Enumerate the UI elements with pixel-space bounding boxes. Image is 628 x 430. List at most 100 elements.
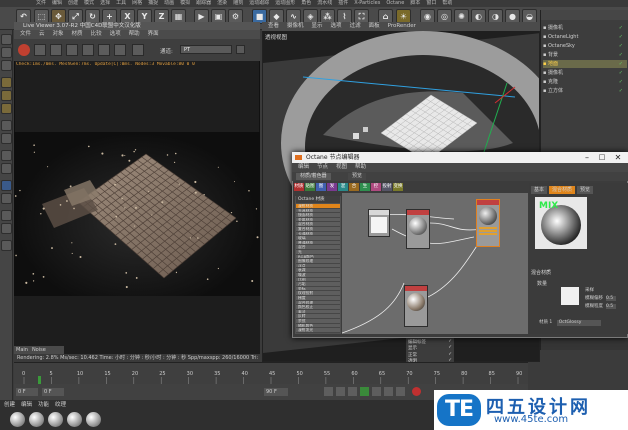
material-swatch[interactable]	[67, 412, 82, 427]
timeline[interactable]: 0 5 10 15 20 25 30 35 40 45 50 55 60 65 70 75 80 85 90	[14, 362, 528, 385]
node-editor-tab[interactable]: 材质/着色器	[296, 173, 331, 180]
texture-mode-icon[interactable]	[1, 47, 12, 58]
node-category-chip[interactable]: 投射	[382, 183, 392, 191]
param-value[interactable]: 0.5	[606, 296, 616, 301]
visibility-check-icon[interactable]: ✓	[619, 51, 623, 59]
visibility-check-icon[interactable]: ✓	[619, 60, 623, 68]
node-list-item[interactable]: 漫射发光	[296, 328, 340, 333]
top-menu-item[interactable]: 编辑	[52, 0, 62, 7]
magnet-icon[interactable]	[1, 163, 12, 174]
live-viewer-menu-item[interactable]: 比较	[91, 30, 102, 39]
node-image-texture[interactable]	[368, 209, 390, 237]
restart-render-icon[interactable]	[34, 44, 46, 56]
viewport-menu-item[interactable]: 显示	[312, 22, 323, 31]
node-editor-menu-item[interactable]: 编辑	[298, 163, 309, 172]
end-frame-field[interactable]: 90 F	[264, 388, 288, 396]
object-item[interactable]: ▪ 摄像机 ✓	[543, 69, 627, 77]
object-item[interactable]: ▪ OctaneSky ✓	[543, 42, 627, 50]
node-mix-material[interactable]	[476, 199, 500, 247]
top-menu-item[interactable]: 网格	[132, 0, 142, 7]
tab-main[interactable]: Main	[16, 346, 28, 354]
pause-render-icon[interactable]	[50, 44, 62, 56]
stop-render-icon[interactable]	[18, 44, 30, 56]
attribute-row[interactable]: 编辑标签 ✓	[408, 339, 454, 345]
live-viewer-menu-item[interactable]: 云	[39, 30, 45, 39]
visibility-check-icon[interactable]: ✓	[619, 78, 623, 86]
visibility-check-icon[interactable]: ✓	[619, 33, 623, 41]
top-menu-item[interactable]: 文件	[36, 0, 46, 7]
material-manager-menu-item[interactable]: 纹理	[55, 401, 66, 410]
material-manager-menu-item[interactable]: 功能	[38, 401, 49, 410]
live-viewer-menu-item[interactable]: 界面	[148, 30, 159, 39]
node-category-chip[interactable]: 贴图	[305, 183, 315, 191]
sculpt-icon[interactable]	[1, 180, 12, 191]
viewport-menu-item[interactable]: 面板	[369, 22, 380, 31]
top-menu-item[interactable]: 渲染	[217, 0, 227, 7]
maximize-icon[interactable]: □	[595, 152, 609, 163]
top-menu-item[interactable]: 运动跟踪	[249, 0, 269, 7]
channel-select[interactable]: PT	[180, 45, 232, 54]
attribute-row[interactable]: 显示 ✓	[408, 345, 454, 351]
live-viewer-menu-item[interactable]: 选项	[110, 30, 121, 39]
top-menu-item[interactable]: 模拟	[180, 0, 190, 7]
node-glossy-material[interactable]	[406, 209, 430, 249]
node-metallic-material[interactable]	[404, 285, 428, 327]
top-menu-item[interactable]: 角色	[301, 0, 311, 7]
script-icon[interactable]	[1, 240, 12, 251]
material-picker-icon[interactable]	[98, 44, 110, 56]
top-menu-item[interactable]: 捕捉	[148, 0, 158, 7]
clay-mode-icon[interactable]	[132, 44, 144, 56]
material-manager-menu-item[interactable]: 编辑	[21, 401, 32, 410]
checkbox-icon[interactable]: ✓	[448, 339, 452, 344]
top-menu-item[interactable]: 工具	[116, 0, 126, 7]
object-item[interactable]: ▪ 地面 ✓	[543, 60, 627, 68]
checkbox-icon[interactable]: ✓	[448, 345, 452, 350]
material-preview[interactable]: MIX	[535, 197, 587, 249]
material-swatch[interactable]	[10, 412, 25, 427]
axis-mode-icon[interactable]	[1, 120, 12, 131]
current-frame-field[interactable]: 0 F	[16, 388, 38, 396]
tweak-mode-icon[interactable]	[1, 133, 12, 144]
live-viewer-menu-item[interactable]: 帮助	[129, 30, 140, 39]
node-canvas[interactable]	[342, 193, 528, 334]
material-swatch[interactable]	[48, 412, 63, 427]
visibility-check-icon[interactable]: ✓	[619, 42, 623, 50]
visibility-check-icon[interactable]: ✓	[619, 87, 623, 95]
object-item[interactable]: ▪ 摄像机 ✓	[543, 24, 627, 32]
layer-icon[interactable]	[1, 223, 12, 234]
node-category-chip[interactable]: 合	[349, 183, 359, 191]
top-menu-item[interactable]: 动画	[164, 0, 174, 7]
tab-noise[interactable]: Noise	[32, 346, 46, 354]
node-category-chip[interactable]: 图	[316, 183, 326, 191]
viewport-menu-item[interactable]: 过滤	[350, 22, 361, 31]
material-tab[interactable]: 预览	[577, 186, 594, 194]
top-menu-item[interactable]: 窗口	[426, 0, 436, 7]
close-icon[interactable]: ✕	[610, 152, 626, 163]
last-frame-icon[interactable]	[396, 387, 405, 396]
snap-icon[interactable]	[1, 150, 12, 161]
play-icon[interactable]	[360, 387, 369, 396]
object-item[interactable]: ▪ 立方体 ✓	[543, 87, 627, 95]
node-category-chip[interactable]: 控	[371, 183, 381, 191]
live-viewer-menu-item[interactable]: 对象	[53, 30, 64, 39]
top-menu-item[interactable]: 帮助	[442, 0, 452, 7]
node-editor-menu-item[interactable]: 视图	[336, 163, 347, 172]
minimize-icon[interactable]: –	[580, 152, 594, 163]
visibility-check-icon[interactable]: ✓	[619, 24, 623, 32]
live-viewer-menu-item[interactable]: 文件	[20, 30, 31, 39]
amount-swatch[interactable]	[561, 287, 579, 305]
next-key-icon[interactable]	[384, 387, 393, 396]
live-viewer-menu-item[interactable]: 材质	[72, 30, 83, 39]
lock-icon[interactable]	[1, 193, 12, 204]
node-category-chip[interactable]: 材质	[294, 183, 304, 191]
top-menu-item[interactable]: 脚本	[410, 0, 420, 7]
top-menu-item[interactable]: 雕刻	[233, 0, 243, 7]
node-editor-menu-item[interactable]: 帮助	[355, 163, 366, 172]
material-manager-menu-item[interactable]: 创建	[4, 401, 15, 410]
top-menu-item[interactable]: Octane	[386, 0, 404, 7]
material-slot-value[interactable]: OctGlossy	[556, 320, 601, 326]
edges-mode-icon[interactable]	[1, 90, 12, 101]
top-menu-item[interactable]: 插件	[338, 0, 348, 7]
next-frame-icon[interactable]	[372, 387, 381, 396]
material-tab[interactable]: 基本	[531, 186, 548, 194]
